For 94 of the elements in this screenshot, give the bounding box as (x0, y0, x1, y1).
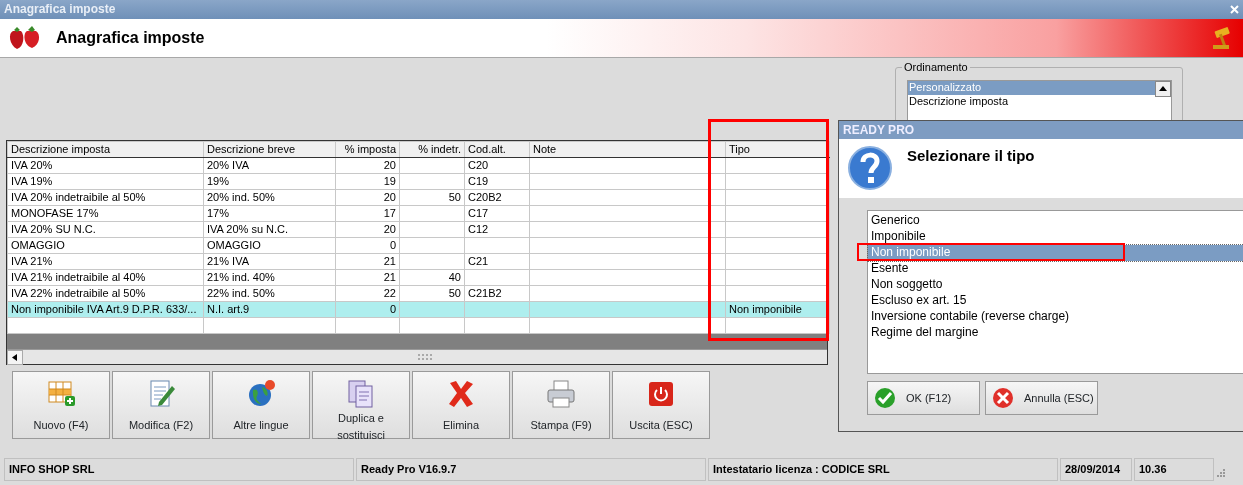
table-row[interactable]: IVA 20% SU N.C. IVA 20% su N.C. 20 C12 (7, 221, 830, 238)
table-cell: 19 (383, 174, 396, 187)
table-cell: 20 (383, 222, 396, 235)
printer-icon (545, 378, 577, 410)
table-cell: MONOFASE 17% (11, 206, 99, 219)
list-item[interactable]: Non soggetto (868, 277, 1243, 293)
scroll-left-icon[interactable] (7, 350, 23, 365)
column-header[interactable]: % indetr. (399, 141, 465, 158)
status-field: 10.36 (1134, 458, 1214, 481)
list-item[interactable]: Generico (868, 213, 1243, 229)
dialog-button[interactable]: OK (F12) (867, 381, 980, 415)
column-header[interactable]: Tipo (725, 141, 830, 158)
table-cell: 50 (448, 190, 461, 203)
table-row[interactable]: IVA 22% indetraibile al 50% 22% ind. 50% 22 50 C21B2 (7, 285, 830, 302)
cancel-icon (992, 387, 1014, 409)
toolbar-button[interactable]: Duplica e sostituisci (312, 371, 410, 439)
table-row[interactable]: IVA 20% indetraibile al 50% 20% ind. 50% 20 50 C20B2 (7, 189, 830, 206)
scrollbar-grip-icon (418, 354, 432, 360)
table-cell: 17% (207, 206, 230, 219)
table-cell: 21 (383, 254, 396, 267)
table-cell: OMAGGIO (11, 238, 65, 251)
table-cell: OMAGGIO (207, 238, 261, 251)
table-cell: 21 (383, 270, 396, 283)
table-cell: IVA 21% (11, 254, 53, 267)
table-cell: 0 (389, 302, 396, 315)
table-cell: 20 (383, 190, 396, 203)
resize-grip-icon (1216, 468, 1226, 478)
table-cell: 0 (389, 238, 396, 251)
table-cell: N.I. art.9 (207, 302, 250, 315)
column-header[interactable]: Cod.alt. (464, 141, 530, 158)
table-cell: IVA 20% indetraibile al 50% (11, 190, 146, 203)
table-row[interactable]: OMAGGIO OMAGGIO 0 (7, 237, 830, 254)
table-cell: 20% ind. 50% (207, 190, 275, 203)
table-cell: IVA 19% (11, 174, 53, 187)
list-item[interactable]: Escluso ex art. 15 (868, 293, 1243, 309)
table-cell: IVA 20% su N.C. (207, 222, 289, 235)
table-cell: IVA 20% SU N.C. (11, 222, 96, 235)
table-row[interactable]: IVA 21% indetraibile al 40% 21% ind. 40% 21 40 (7, 269, 830, 286)
list-item[interactable]: Regime del margine (868, 325, 1243, 341)
table-cell: Non imponibile (729, 302, 802, 315)
list-item[interactable]: Inversione contabile (reverse charge) (868, 309, 1243, 325)
list-item[interactable]: Esente (868, 261, 1243, 277)
table-row[interactable]: IVA 21% 21% IVA 21 C21 (7, 253, 830, 270)
table-cell: 20 (383, 158, 396, 171)
table-cell: C21 (468, 254, 489, 267)
dialog-button[interactable]: Annulla (ESC) (985, 381, 1098, 415)
table-cell: C21B2 (468, 286, 502, 299)
toolbar-button[interactable]: Altre lingue (212, 371, 310, 439)
table-cell: 19% (207, 174, 230, 187)
option-list[interactable]: Generico Imponibile Non imponibile Esente Non soggetto Escluso ex art. 15 Inversione contabile (reverse charge) Regime del margine (867, 210, 1243, 374)
table-cell: IVA 21% indetraibile al 40% (11, 270, 146, 283)
table-cell: IVA 20% (11, 158, 53, 171)
table-cell: C19 (468, 174, 489, 187)
table-cell: 22 (383, 286, 396, 299)
table-cell: Non imponibile IVA Art.9 D.P.R. 633/... (11, 302, 197, 315)
dialog-prompt: Selezionare il tipo (907, 147, 1035, 166)
toolbar-button[interactable]: Elimina (412, 371, 510, 439)
dialog-title: READY PRO (839, 121, 1243, 139)
toolbar-button[interactable]: Stampa (F9) (512, 371, 610, 439)
table-cell: 17 (383, 206, 396, 219)
table-cell: 21% IVA (207, 254, 249, 267)
status-field: INFO SHOP SRL (4, 458, 354, 481)
table-cell: 22% ind. 50% (207, 286, 275, 299)
table-row[interactable]: IVA 19% 19% 19 C19 (7, 173, 830, 190)
question-icon (847, 145, 893, 191)
header-title: Anagrafica imposte (56, 28, 205, 48)
status-field: 28/09/2014 (1060, 458, 1132, 481)
table-row[interactable]: Non imponibile IVA Art.9 D.P.R. 633/... N.I. art.9 0 Non imponibile (7, 301, 830, 318)
table-cell: C12 (468, 222, 489, 235)
table-cell: IVA 22% indetraibile al 50% (11, 286, 146, 299)
column-header[interactable]: Note (529, 141, 709, 158)
window-title: Anagrafica imposte (4, 2, 116, 17)
scroll-up-icon[interactable] (1155, 81, 1171, 97)
table-cell: C20B2 (468, 190, 502, 203)
column-header[interactable]: Descrizione imposta (7, 141, 204, 158)
table-cell: 20% IVA (207, 158, 249, 171)
table-cell: C17 (468, 206, 489, 219)
column-header[interactable]: % imposta (335, 141, 400, 158)
list-item[interactable]: Descrizione imposta (908, 95, 1155, 109)
close-icon[interactable] (1230, 5, 1239, 14)
table-cell: C20 (468, 158, 489, 171)
table-cell: 40 (448, 270, 461, 283)
toolbar-button[interactable]: Uscita (ESC) (612, 371, 710, 439)
check-icon (874, 387, 896, 409)
column-header[interactable]: Descrizione breve (203, 141, 336, 158)
table-row[interactable]: MONOFASE 17% 17% 17 C17 (7, 205, 830, 222)
table-cell: 21% ind. 40% (207, 270, 275, 283)
toolbar-button[interactable]: Modifica (F2) (112, 371, 210, 439)
toolbar-button[interactable]: Nuovo (F4) (12, 371, 110, 439)
list-item[interactable]: Imponibile (868, 229, 1243, 245)
table-cell: 50 (448, 286, 461, 299)
status-field: Ready Pro V16.9.7 (356, 458, 706, 481)
status-field: Intestatario licenza : CODICE SRL (708, 458, 1058, 481)
table-row[interactable]: IVA 20% 20% IVA 20 C20 (7, 157, 830, 174)
